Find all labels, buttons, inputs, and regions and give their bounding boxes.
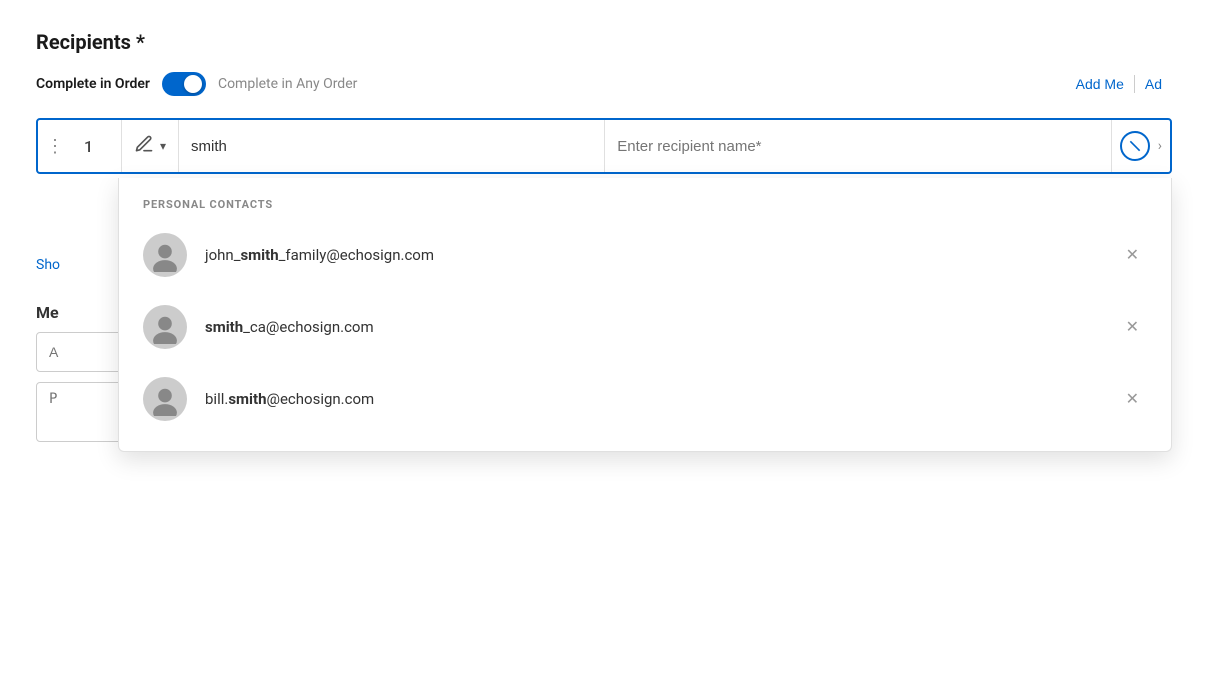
toggle-track <box>162 72 206 96</box>
avatar <box>143 305 187 349</box>
contact-item[interactable]: john_smith_family@echosign.com ✕ <box>119 219 1171 291</box>
name-input-cell[interactable] <box>605 120 1112 172</box>
contact-email: bill.smith@echosign.com <box>205 390 1100 408</box>
header-actions: Add Me Ad <box>1066 75 1172 93</box>
add-me-button[interactable]: Add Me <box>1066 76 1134 92</box>
toggle-row: Complete in Order Complete in Any Order … <box>36 72 1172 96</box>
contact-email-suffix: _ca@echosign.com <box>243 318 373 336</box>
contact-email-suffix: @echosign.com <box>266 390 374 408</box>
role-selector[interactable]: ▾ <box>122 120 179 172</box>
complete-any-order-label: Complete in Any Order <box>218 76 357 92</box>
avatar <box>143 377 187 421</box>
recipient-section: ⋮ 1 ▾ <box>36 118 1172 174</box>
email-input-cell[interactable] <box>179 120 605 172</box>
contact-remove-button[interactable]: ✕ <box>1118 315 1147 339</box>
row-chevron-icon[interactable]: › <box>1158 138 1162 154</box>
contact-email-bold: smith <box>205 318 243 336</box>
complete-in-order-toggle[interactable] <box>162 72 206 96</box>
contact-email: smith_ca@echosign.com <box>205 318 1100 336</box>
role-chevron-icon: ▾ <box>160 139 166 153</box>
personal-contacts-label: PERSONAL CONTACTS <box>119 186 1171 219</box>
recipient-row: ⋮ 1 ▾ <box>36 118 1172 174</box>
no-sign-icon[interactable] <box>1120 131 1150 161</box>
contact-remove-button[interactable]: ✕ <box>1118 243 1147 267</box>
contact-remove-button[interactable]: ✕ <box>1118 387 1147 411</box>
drag-handle[interactable]: ⋮ <box>38 120 72 172</box>
contact-email-bold: smith <box>240 246 278 264</box>
recipients-title: Recipients * <box>36 30 1172 54</box>
action-icons: › <box>1112 120 1170 172</box>
contact-email: john_smith_family@echosign.com <box>205 246 1100 264</box>
avatar <box>143 233 187 277</box>
toggle-thumb <box>184 75 202 93</box>
name-input[interactable] <box>617 120 1099 172</box>
complete-in-order-label: Complete in Order <box>36 76 150 92</box>
contact-item[interactable]: smith_ca@echosign.com ✕ <box>119 291 1171 363</box>
contact-item[interactable]: bill.smith@echosign.com ✕ <box>119 363 1171 435</box>
contact-email-bold: smith <box>228 390 266 408</box>
show-link[interactable]: Sho <box>36 257 60 273</box>
contact-email-prefix: john_ <box>205 246 240 264</box>
email-input[interactable] <box>191 120 592 172</box>
add-button[interactable]: Ad <box>1135 76 1172 92</box>
contact-email-prefix: bill. <box>205 390 228 408</box>
contacts-dropdown: PERSONAL CONTACTS john_smith_family@echo… <box>118 178 1172 452</box>
contact-email-suffix: _family@echosign.com <box>279 246 434 264</box>
pen-icon <box>134 134 154 159</box>
recipient-number: 1 <box>72 120 122 172</box>
